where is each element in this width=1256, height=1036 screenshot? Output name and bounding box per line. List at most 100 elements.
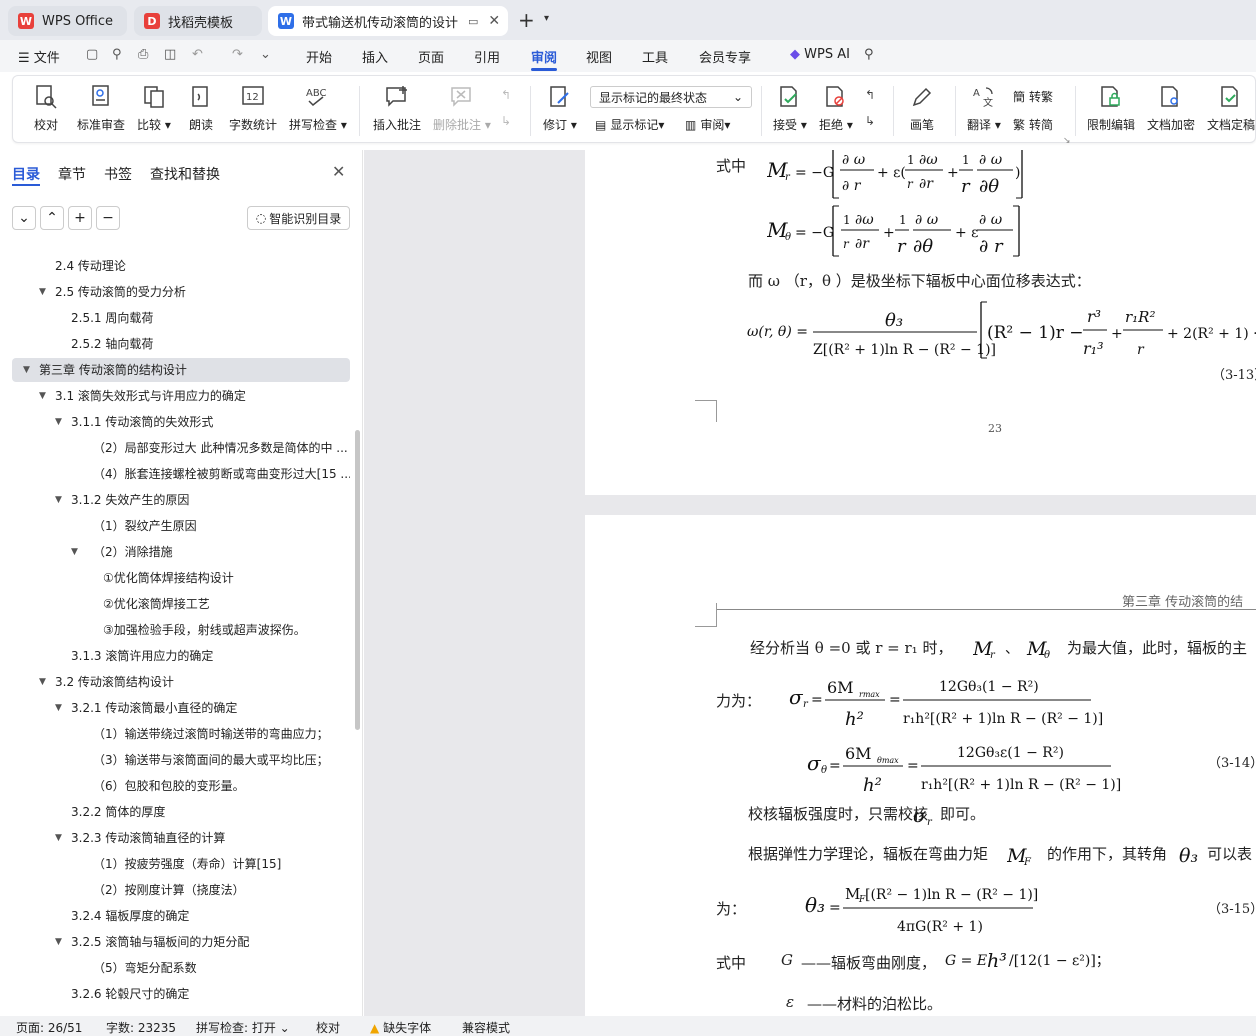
expand-toggle-icon[interactable]: ▼: [23, 358, 30, 382]
close-tab-icon[interactable]: ✕: [488, 13, 500, 29]
expand-toggle-icon[interactable]: ▼: [55, 930, 62, 954]
show-markup-button[interactable]: ▤ 显示标记 ▾: [595, 116, 664, 133]
menu-page[interactable]: 页面: [418, 47, 444, 66]
toc-item[interactable]: ▼ 2.5 传动滚筒的受力分析: [12, 280, 350, 304]
tab-find-replace[interactable]: 查找和替换: [150, 164, 220, 184]
toc-item[interactable]: ▼ （2）消除措施: [12, 540, 350, 564]
collapse-up-button[interactable]: ⌃: [40, 206, 64, 230]
undo-icon[interactable]: ↶: [192, 47, 203, 62]
markup-mode-select[interactable]: 显示标记的最终状态 ⌄: [590, 86, 752, 108]
menu-tools[interactable]: 工具: [642, 47, 668, 66]
toc-item[interactable]: （1）输送带绕过滚筒时输送带的弯曲应力；: [12, 722, 350, 746]
tab-wps-office[interactable]: W WPS Office: [8, 6, 127, 36]
tab-document[interactable]: W 带式输送机传动滚筒的设计 说 ▭ ✕: [268, 6, 508, 36]
review-pane-button[interactable]: ▥ 审阅 ▾: [685, 116, 730, 133]
proof-status[interactable]: 校对: [316, 1019, 340, 1036]
search-icon[interactable]: ⚲: [864, 47, 874, 62]
tab-templates[interactable]: D 找稻壳模板: [134, 6, 262, 36]
new-tab-button[interactable]: +: [518, 8, 535, 32]
read-aloud-button[interactable]: 朗读: [188, 84, 214, 133]
toc-item[interactable]: （6）包胶和包胶的变形量。: [12, 774, 350, 798]
toc-item[interactable]: （5）弯矩分配系数: [12, 956, 350, 980]
toc-item[interactable]: 3.1.3 滚筒许用应力的确定: [12, 644, 350, 668]
print-preview-icon[interactable]: ◫: [164, 47, 176, 62]
menu-member[interactable]: 会员专享: [699, 47, 751, 66]
toc-item[interactable]: ▼ 第三章 传动滚筒的结构设计: [12, 358, 350, 382]
add-heading-button[interactable]: +: [68, 206, 92, 230]
expand-group-icon[interactable]: ↘: [1063, 136, 1071, 146]
pen-button[interactable]: 画笔: [909, 84, 935, 133]
prev-comment-icon[interactable]: ↰: [501, 88, 511, 102]
page-indicator[interactable]: 页面: 26/51: [16, 1019, 82, 1036]
translate-button[interactable]: A 文翻译 ▾: [967, 84, 1001, 133]
toc-item[interactable]: ▼ 3.2 传动滚筒结构设计: [12, 670, 350, 694]
reject-button[interactable]: 拒绝 ▾: [819, 84, 853, 133]
file-menu[interactable]: ☰ 文件: [18, 47, 60, 66]
toc-item[interactable]: ▼ 3.2.5 滚筒轴与辐板间的力矩分配: [12, 930, 350, 954]
revise-button[interactable]: 修订 ▾: [543, 84, 577, 133]
proofread-button[interactable]: 校对: [33, 84, 59, 133]
toc-item[interactable]: 2.5.2 轴向载荷: [12, 332, 350, 356]
accept-button[interactable]: 接受 ▾: [773, 84, 807, 133]
toc-item[interactable]: ▼ 3.2.1 传动滚筒最小直径的确定: [12, 696, 350, 720]
menu-insert[interactable]: 插入: [362, 47, 388, 66]
encrypt-doc-button[interactable]: 文档加密: [1147, 84, 1195, 133]
expand-toggle-icon[interactable]: ▼: [55, 410, 62, 434]
toc-item[interactable]: 2.4 传动理论: [12, 254, 350, 278]
menu-review[interactable]: 审阅: [531, 47, 557, 66]
toc-item[interactable]: ③加强检验手段，射线或超声波探伤。: [12, 618, 350, 642]
save-icon[interactable]: ▢: [86, 47, 98, 62]
toc-item[interactable]: （4）胀套连接螺栓被剪断或弯曲变形过大[15 ...: [12, 462, 350, 486]
tab-dropdown-icon[interactable]: ▾: [544, 13, 549, 24]
toc-item[interactable]: （3）输送带与滚筒面间的最大或平均比压；: [12, 748, 350, 772]
compare-button[interactable]: 比较 ▾: [137, 84, 171, 133]
menu-start[interactable]: 开始: [306, 47, 332, 66]
expand-down-button[interactable]: ⌄: [12, 206, 36, 230]
delete-comment-button[interactable]: 删除批注 ▾: [433, 84, 491, 133]
toc-item[interactable]: （1）按疲劳强度（寿命）计算[15]: [12, 852, 350, 876]
prev-change-icon[interactable]: ↰: [865, 88, 875, 102]
toc-item[interactable]: （2）按刚度计算（挠度法）: [12, 878, 350, 902]
to-simplified-button[interactable]: 繁转简: [1013, 116, 1053, 133]
finalize-doc-button[interactable]: 文档定稿: [1207, 84, 1255, 133]
next-comment-icon[interactable]: ↳: [501, 114, 511, 128]
insert-comment-button[interactable]: 插入批注: [373, 84, 421, 133]
smart-toc-button[interactable]: ◌ 智能识别目录: [247, 206, 350, 230]
toc-item[interactable]: ▼ 3.1 滚筒失效形式与许用应力的确定: [12, 384, 350, 408]
toc-item[interactable]: （1）裂纹产生原因: [12, 514, 350, 538]
toc-item[interactable]: ▼ 3.1.2 失效产生的原因: [12, 488, 350, 512]
spell-check-status[interactable]: 拼写检查: 打开 ⌄: [196, 1019, 290, 1036]
std-review-button[interactable]: 标准审查: [77, 84, 125, 133]
print-icon[interactable]: ⎙: [138, 47, 148, 62]
toc-item[interactable]: 3.2.2 筒体的厚度: [12, 800, 350, 824]
share-icon[interactable]: ⚲: [112, 47, 122, 62]
spell-check-button[interactable]: ABC 拼写检查 ▾: [289, 84, 347, 133]
restrict-edit-button[interactable]: 限制编辑: [1087, 84, 1135, 133]
redo-icon[interactable]: ↷: [232, 47, 243, 62]
close-pane-icon[interactable]: ✕: [332, 162, 345, 181]
toc-item[interactable]: ②优化滚筒焊接工艺: [12, 592, 350, 616]
toc-item[interactable]: ▼ 3.2.3 传动滚筒轴直径的计算: [12, 826, 350, 850]
toc-item[interactable]: 3.2.6 轮毂尺寸的确定: [12, 982, 350, 1006]
tab-chapters[interactable]: 章节: [58, 164, 86, 184]
sidebar-scrollbar[interactable]: [355, 430, 360, 730]
next-change-icon[interactable]: ↳: [865, 114, 875, 128]
word-count-button[interactable]: 12 字数统计: [229, 84, 277, 133]
missing-font-status[interactable]: ▲ 缺失字体: [370, 1019, 431, 1036]
menu-view[interactable]: 视图: [586, 47, 612, 66]
remove-heading-button[interactable]: −: [96, 206, 120, 230]
toc-item[interactable]: ▼ 3.1.1 传动滚筒的失效形式: [12, 410, 350, 434]
toc-item[interactable]: 3.2.4 辐板厚度的确定: [12, 904, 350, 928]
expand-toggle-icon[interactable]: ▼: [39, 670, 46, 694]
tab-bookmarks[interactable]: 书签: [104, 164, 132, 184]
tab-toc[interactable]: 目录: [12, 164, 40, 184]
more-dropdown-icon[interactable]: ⌄: [260, 47, 271, 62]
toc-item[interactable]: （2）局部变形过大 此种情况多数是简体的中 ...: [12, 436, 350, 460]
expand-toggle-icon[interactable]: ▼: [39, 384, 46, 408]
word-count-indicator[interactable]: 字数: 23235: [106, 1019, 176, 1036]
toc-item[interactable]: ①优化筒体焊接结构设计: [12, 566, 350, 590]
expand-toggle-icon[interactable]: ▼: [55, 696, 62, 720]
menu-reference[interactable]: 引用: [474, 47, 500, 66]
expand-toggle-icon[interactable]: ▼: [55, 488, 62, 512]
to-traditional-button[interactable]: 簡转繁: [1013, 88, 1053, 105]
